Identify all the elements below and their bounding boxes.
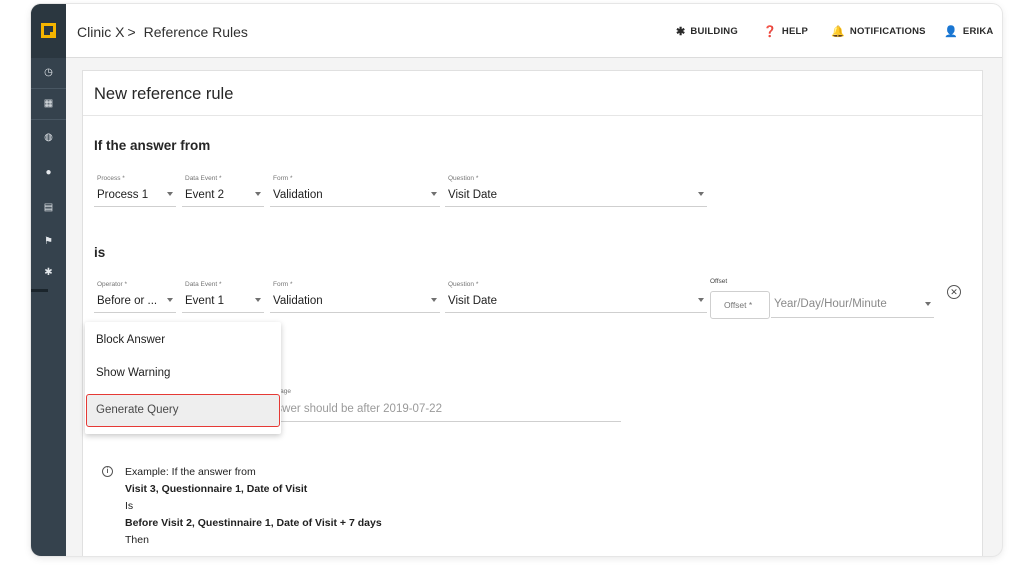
app-window: ◷ ▦ ◍ ● ▤ ⚑ ✱ Clinic X > Reference Rules ✱… — [31, 4, 1002, 556]
app-logo[interactable] — [31, 4, 66, 58]
bug-icon[interactable]: ● — [31, 167, 66, 179]
info-icon: i — [102, 466, 113, 477]
breadcrumb-page: Reference Rules — [143, 24, 248, 40]
source-question-select[interactable]: Question * Visit Date — [445, 175, 707, 207]
chevron-down-icon — [431, 192, 437, 196]
source-heading: If the answer from — [94, 138, 211, 153]
offset-label: Offset — [710, 278, 728, 285]
page-title: New reference rule — [94, 85, 234, 103]
target-question-select[interactable]: Question * Visit Date — [445, 281, 707, 313]
target-heading: is — [94, 245, 106, 260]
globe-icon[interactable]: ◍ — [31, 132, 66, 144]
action-dropdown-menu: Block Answer Show Warning Generate Query — [85, 322, 281, 434]
rule-card: New reference rule If the answer from Pr… — [82, 70, 983, 556]
chevron-down-icon — [255, 298, 261, 302]
nav-notifications[interactable]: 🔔 NOTIFICATIONS — [831, 25, 926, 38]
menu-item-block-answer[interactable]: Block Answer — [85, 324, 281, 357]
chevron-down-icon — [255, 192, 261, 196]
nav-user[interactable]: 👤 ERIKA — [944, 25, 993, 38]
menu-item-show-warning[interactable]: Show Warning — [85, 357, 281, 390]
bell-icon: 🔔 — [831, 26, 845, 38]
chevron-down-icon — [431, 298, 437, 302]
message-input[interactable]: essage nswer should be after 2019-07-22 — [267, 388, 621, 422]
user-icon: 👤 — [944, 26, 958, 38]
chart-icon[interactable]: ▤ — [31, 202, 66, 214]
puzzle-icon: ✱ — [676, 26, 686, 38]
puzzle-icon[interactable]: ✱ — [31, 267, 66, 279]
breadcrumb: Clinic X > Reference Rules — [77, 24, 248, 40]
clock-icon[interactable]: ◷ — [31, 67, 66, 79]
sidebar: ◷ ▦ ◍ ● ▤ ⚑ ✱ — [31, 4, 66, 556]
source-data-event-select[interactable]: Data Event * Event 2 — [182, 175, 264, 207]
offset-input[interactable] — [710, 291, 770, 319]
flag-icon[interactable]: ⚑ — [31, 236, 66, 248]
source-form-select[interactable]: Form * Validation — [270, 175, 440, 207]
offset-unit-select[interactable]: Year/Day/Hour/Minute — [771, 291, 934, 318]
process-select[interactable]: Process * Process 1 — [94, 175, 176, 207]
chevron-down-icon — [167, 192, 173, 196]
help-icon: ❓ — [763, 26, 777, 38]
nav-building[interactable]: ✱ BUILDING — [676, 25, 738, 38]
chevron-down-icon — [167, 298, 173, 302]
target-data-event-select[interactable]: Data Event * Event 1 — [182, 281, 264, 313]
chevron-down-icon — [698, 192, 704, 196]
top-bar: Clinic X > Reference Rules ✱ BUILDING ❓ HELP… — [66, 4, 1002, 58]
chevron-down-icon — [698, 298, 704, 302]
nav-help[interactable]: ❓ HELP — [763, 25, 808, 38]
operator-select[interactable]: Operator * Before or ... — [94, 281, 176, 313]
breadcrumb-clinic[interactable]: Clinic X — [77, 24, 124, 40]
dashboard-icon[interactable]: ▦ — [31, 98, 66, 110]
clear-icon[interactable]: ✕ — [947, 285, 961, 299]
target-form-select[interactable]: Form * Validation — [270, 281, 440, 313]
chevron-down-icon — [925, 302, 931, 306]
menu-item-generate-query[interactable]: Generate Query — [86, 394, 280, 427]
active-indicator — [31, 289, 48, 292]
